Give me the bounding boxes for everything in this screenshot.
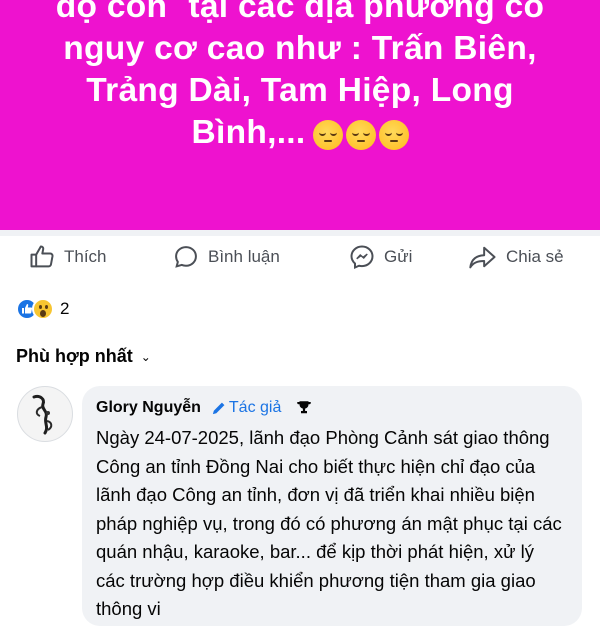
post-action-bar: Thích Bình luận Gửi Chia sẻ — [0, 236, 600, 278]
thumbs-up-icon — [30, 245, 54, 268]
banner-line: Bình,... — [191, 114, 306, 151]
trophy-icon — [297, 401, 312, 414]
sort-label: Phù hợp nhất — [16, 346, 133, 366]
author-badge: Tác giả — [211, 399, 281, 417]
share-arrow-icon — [469, 246, 496, 269]
pencil-icon — [212, 402, 225, 414]
chevron-down-icon: ⌄ — [140, 349, 151, 364]
comment-button[interactable]: Bình luận — [172, 243, 280, 271]
comment-label: Bình luận — [208, 247, 280, 266]
like-label: Thích — [64, 247, 107, 266]
author-badge-label: Tác giả — [228, 399, 282, 416]
comment-text: Ngày 24-07-2025, lãnh đạo Phòng Cảnh sát… — [96, 427, 562, 619]
comment-bubble-icon — [175, 246, 197, 268]
send-label: Gửi — [384, 247, 413, 266]
comment-sort-dropdown[interactable]: Phù hợp nhất ⌄ — [16, 346, 151, 367]
emoji-row — [310, 113, 409, 155]
banner-line: nguy cơ cao như : Trấn Biên, — [63, 30, 537, 67]
comment-author[interactable]: Glory Nguyễn — [96, 399, 201, 417]
reaction-summary[interactable]: 2 — [16, 298, 69, 320]
banner-text: độ cồn` tại các địa phương có nguy cơ ca… — [40, 0, 560, 155]
banner-line: Trảng Dài, Tam Hiệp, Long — [86, 72, 514, 109]
like-button[interactable]: Thích — [28, 243, 107, 271]
comment-header: Glory Nguyễn Tác giả — [96, 399, 313, 417]
avatar[interactable] — [17, 386, 73, 442]
banner-line: độ cồn` tại các địa phương có — [55, 0, 545, 25]
wow-reaction-icon — [32, 298, 54, 320]
share-button[interactable]: Chia sẻ — [468, 243, 564, 271]
share-label: Chia sẻ — [506, 247, 564, 266]
messenger-icon — [350, 245, 374, 270]
reaction-count: 2 — [60, 299, 70, 318]
post-text-banner: độ cồn` tại các địa phương có nguy cơ ca… — [0, 0, 600, 230]
pensive-face-emoji-icon — [312, 120, 343, 151]
banner-line-with-emoji: Bình,... — [40, 112, 560, 155]
send-button[interactable]: Gửi — [348, 243, 412, 271]
pensive-face-emoji-icon — [345, 120, 376, 151]
pensive-face-emoji-icon — [378, 120, 409, 151]
